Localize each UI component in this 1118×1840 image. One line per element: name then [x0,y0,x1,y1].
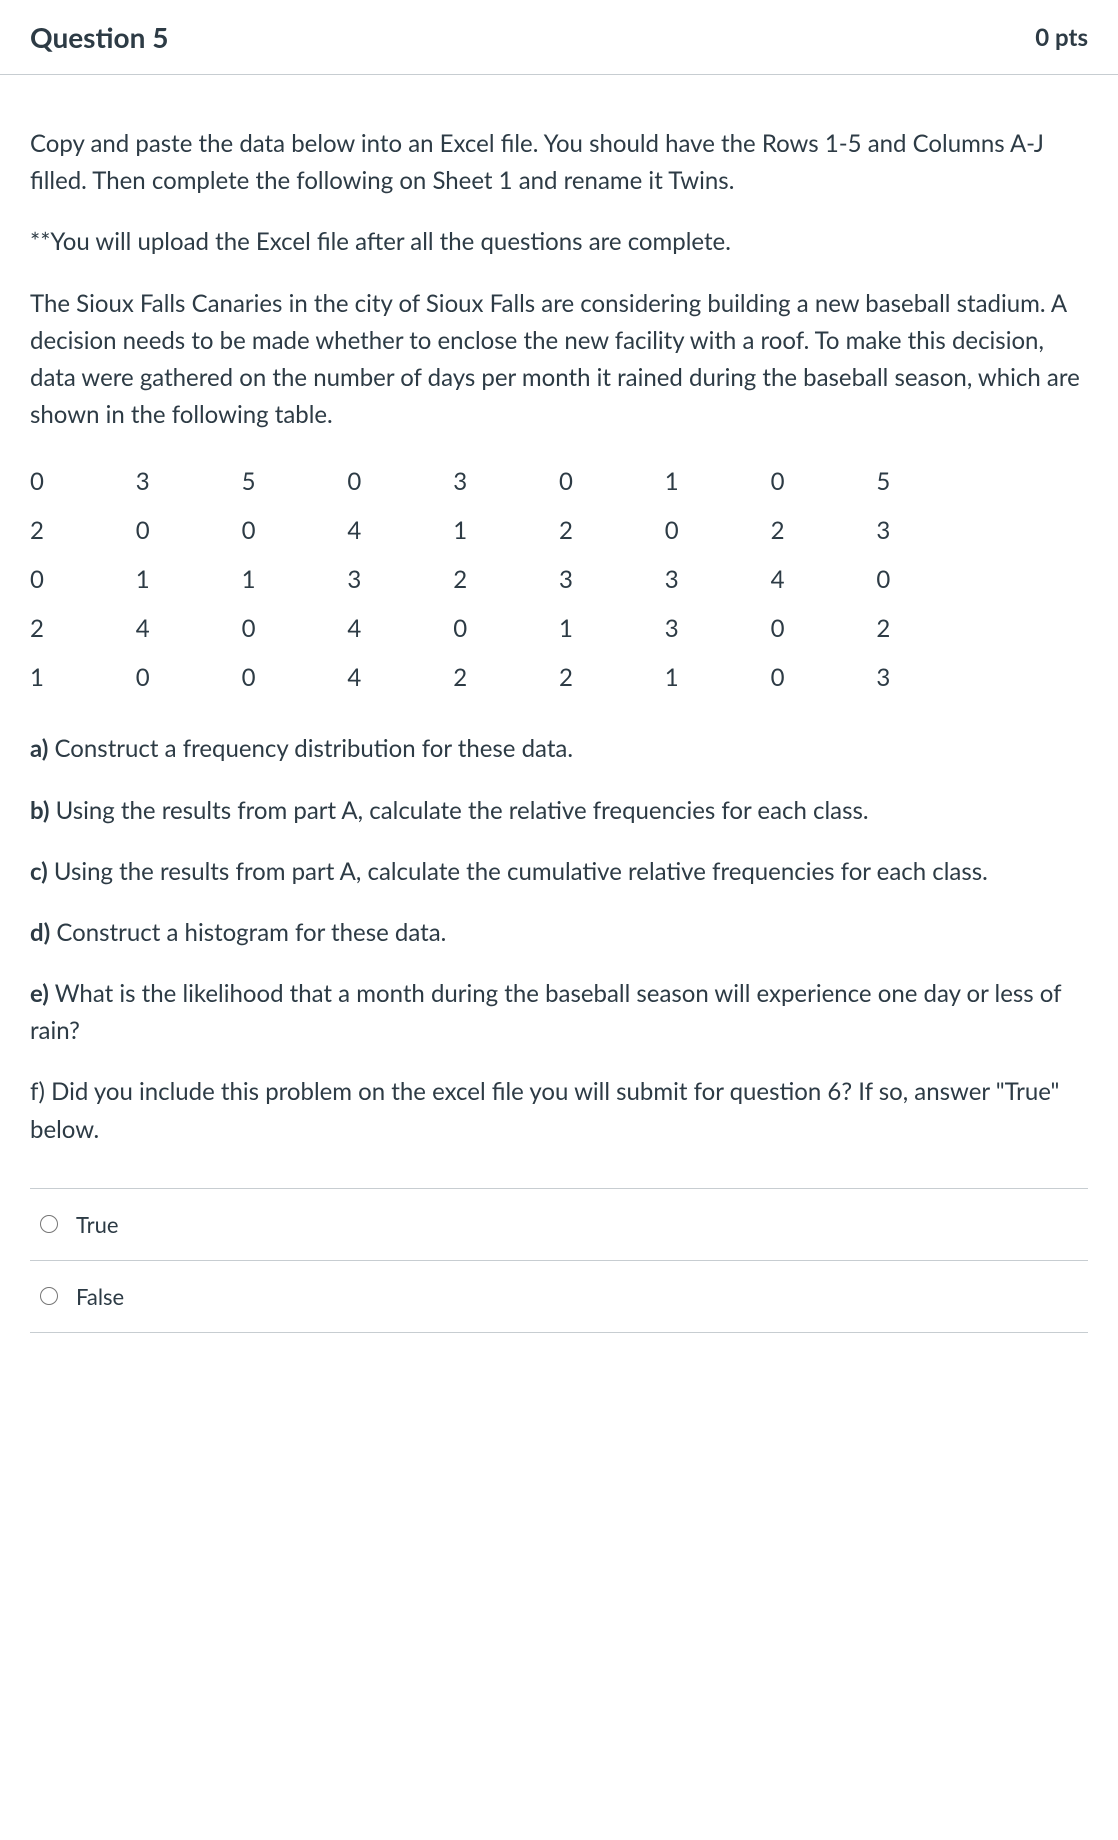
subpart-text: Did you include this problem on the exce… [30,1077,1059,1143]
table-cell: 5 [242,457,348,506]
table-row: 0 3 5 0 3 0 1 0 5 [30,457,1088,506]
table-cell [982,506,1088,555]
table-cell: 2 [30,506,136,555]
table-cell: 3 [136,457,242,506]
table-cell: 2 [771,506,877,555]
subpart-label: c) [30,857,48,886]
table-cell: 1 [559,604,665,653]
table-cell: 1 [665,457,771,506]
table-cell: 4 [771,555,877,604]
table-row: 0 1 1 3 2 3 3 4 0 [30,555,1088,604]
table-cell: 0 [665,506,771,555]
table-cell [982,457,1088,506]
table-cell: 0 [771,457,877,506]
subpart-label: d) [30,918,50,947]
table-cell: 0 [136,653,242,702]
subpart-text: Construct a histogram for these data. [50,918,446,947]
table-cell: 1 [242,555,348,604]
question-title: Question 5 [30,20,168,54]
intro-paragraph-1: Copy and paste the data below into an Ex… [30,125,1088,199]
option-false[interactable]: False [30,1261,1088,1333]
table-cell: 1 [453,506,559,555]
subpart-text: Using the results from part A, calculate… [48,857,988,886]
option-label-true: True [76,1211,118,1238]
table-cell [982,653,1088,702]
table-cell: 1 [136,555,242,604]
table-cell: 2 [559,653,665,702]
subpart-text: What is the likelihood that a month duri… [30,979,1061,1045]
subpart-f: f) Did you include this problem on the e… [30,1073,1088,1147]
option-label-false: False [76,1283,124,1310]
table-cell: 3 [559,555,665,604]
subpart-text: Construct a frequency distribution for t… [48,734,573,763]
intro-paragraph-2: **You will upload the Excel file after a… [30,223,1088,260]
table-cell: 0 [30,457,136,506]
question-points: 0 pts [1035,23,1088,52]
table-cell: 4 [347,506,453,555]
subpart-d: d) Construct a histogram for these data. [30,914,1088,951]
table-cell: 2 [559,506,665,555]
table-cell: 4 [136,604,242,653]
table-cell: 3 [876,506,982,555]
table-cell: 0 [242,604,348,653]
table-cell: 2 [876,604,982,653]
subpart-a: a) Construct a frequency distribution fo… [30,730,1088,767]
subpart-label: e) [30,979,49,1008]
table-cell: 0 [559,457,665,506]
table-cell: 0 [453,604,559,653]
table-cell: 0 [771,653,877,702]
answer-options: True False [30,1188,1088,1333]
subpart-b: b) Using the results from part A, calcul… [30,792,1088,829]
table-cell: 1 [665,653,771,702]
table-row: 2 4 0 4 0 1 3 0 2 [30,604,1088,653]
subpart-label: b) [30,796,50,825]
table-cell: 3 [665,604,771,653]
table-cell: 5 [876,457,982,506]
table-cell: 4 [347,653,453,702]
table-cell: 0 [771,604,877,653]
table-cell: 0 [242,653,348,702]
subpart-text: Using the results from part A, calculate… [50,796,869,825]
table-cell: 3 [665,555,771,604]
table-cell: 3 [347,555,453,604]
subpart-c: c) Using the results from part A, calcul… [30,853,1088,890]
radio-false[interactable] [40,1287,58,1305]
option-true[interactable]: True [30,1189,1088,1261]
table-cell [982,604,1088,653]
subpart-e: e) What is the likelihood that a month d… [30,975,1088,1049]
table-cell: 0 [347,457,453,506]
table-cell: 2 [453,653,559,702]
table-cell: 3 [453,457,559,506]
table-cell: 0 [136,506,242,555]
table-cell: 3 [876,653,982,702]
table-row: 1 0 0 4 2 2 1 0 3 [30,653,1088,702]
table-cell [982,555,1088,604]
subpart-label: f) [30,1077,45,1106]
data-table: 0 3 5 0 3 0 1 0 5 2 0 0 4 1 2 0 2 3 [30,457,1088,702]
question-header: Question 5 0 pts [0,0,1118,75]
question-body: Copy and paste the data below into an Ex… [0,75,1118,1363]
table-cell: 0 [242,506,348,555]
table-cell: 2 [30,604,136,653]
subpart-label: a) [30,734,48,763]
radio-true[interactable] [40,1215,58,1233]
table-cell: 4 [347,604,453,653]
table-cell: 0 [30,555,136,604]
table-cell: 0 [876,555,982,604]
table-row: 2 0 0 4 1 2 0 2 3 [30,506,1088,555]
table-cell: 1 [30,653,136,702]
intro-paragraph-3: The Sioux Falls Canaries in the city of … [30,285,1088,434]
table-cell: 2 [453,555,559,604]
